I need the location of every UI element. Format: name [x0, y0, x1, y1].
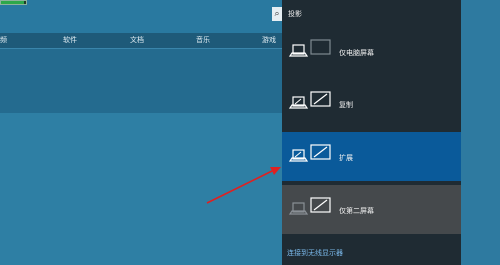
category-tab-documents[interactable]: 文档 [130, 33, 144, 48]
progress-indicator [0, 0, 27, 5]
category-tab-software[interactable]: 软件 [63, 33, 77, 48]
panel-title: 投影 [288, 10, 302, 18]
lower-content-pane [0, 113, 282, 265]
option-label: 复制 [339, 101, 353, 109]
app-header: ⌕ [0, 0, 282, 33]
option-second-screen-only[interactable]: 仅第二屏幕 [282, 185, 461, 234]
search-icon[interactable]: ⌕ [272, 7, 282, 21]
category-tab-video[interactable]: 频 [0, 33, 7, 48]
option-pc-screen-only[interactable]: 仅电脑屏幕 [282, 26, 461, 75]
category-tab-games[interactable]: 游戏 [262, 33, 276, 48]
option-label: 仅电脑屏幕 [339, 49, 374, 57]
category-bar: 频 软件 文档 音乐 游戏 [0, 33, 282, 49]
desktop-screen: ⌕ 频 软件 文档 音乐 游戏 投影 仅电脑屏幕 复制 扩展 仅第二屏幕 连接到… [0, 0, 500, 265]
duplicate-icon [287, 91, 331, 113]
content-list-pane [0, 49, 282, 113]
option-duplicate[interactable]: 复制 [282, 78, 461, 127]
extend-icon [287, 144, 331, 166]
pc-screen-only-icon [287, 39, 331, 61]
category-tab-music[interactable]: 音乐 [196, 33, 210, 48]
connect-wireless-display-link[interactable]: 连接到无线显示器 [287, 248, 343, 258]
project-panel: 投影 仅电脑屏幕 复制 扩展 仅第二屏幕 连接到无线显示器 [282, 0, 461, 265]
progress-fill [1, 1, 24, 4]
second-screen-only-icon [287, 197, 331, 219]
option-extend[interactable]: 扩展 [282, 132, 461, 181]
option-label: 扩展 [339, 154, 353, 162]
desktop-background-strip [461, 0, 500, 265]
option-label: 仅第二屏幕 [339, 207, 374, 215]
